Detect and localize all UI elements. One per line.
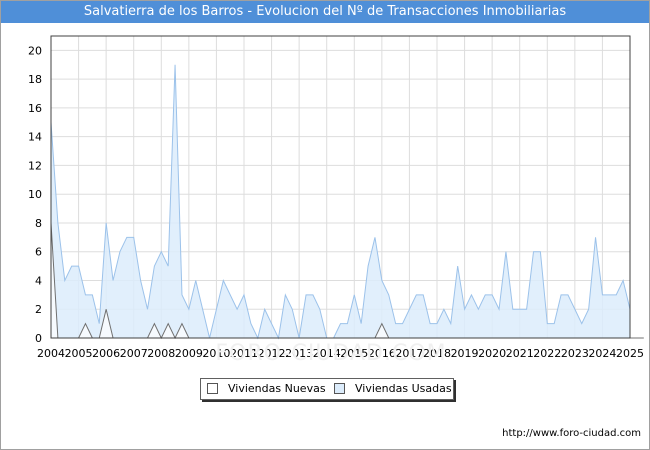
y-tick-label: 6 [35,246,42,259]
chart-title: Salvatierra de los Barros - Evolucion de… [1,1,649,23]
x-tick-label: 2025 [616,347,644,360]
legend-swatch-usadas [334,383,345,394]
legend-item-usadas: Viviendas Usadas [334,382,452,395]
legend-item-nuevas: Viviendas Nuevas [207,382,326,395]
y-tick-label: 10 [28,188,42,201]
legend-swatch-nuevas [207,383,218,394]
x-tick-label: 2024 [588,347,616,360]
y-tick-label: 14 [28,131,42,144]
x-tick-label: 2004 [37,347,65,360]
chart-frame: 0 2 4 6 8 10 12 14 16 18 20 2004 2005 2006 2007 2008 200… [0,0,650,450]
y-tick-label: 20 [28,44,42,57]
watermark: FORO-CIUDAD.COM [215,341,447,366]
y-tick-label: 2 [35,303,42,316]
y-tick-label: 16 [28,102,42,115]
legend-label-nuevas: Viviendas Nuevas [228,382,326,395]
x-tick-label: 2022 [533,347,561,360]
footer-url[interactable]: http://www.foro-ciudad.com [502,428,641,439]
y-tick-label: 4 [35,274,42,287]
x-tick-label: 2005 [65,347,93,360]
legend: Viviendas Nuevas Viviendas Usadas [200,378,454,400]
x-tick-label: 2006 [92,347,120,360]
y-tick-label: 18 [28,73,42,86]
y-tick-label: 0 [35,332,42,345]
y-tick-label: 8 [35,217,42,230]
x-tick-label: 2023 [561,347,589,360]
legend-label-usadas: Viviendas Usadas [355,382,452,395]
y-tick-label: 12 [28,159,42,172]
